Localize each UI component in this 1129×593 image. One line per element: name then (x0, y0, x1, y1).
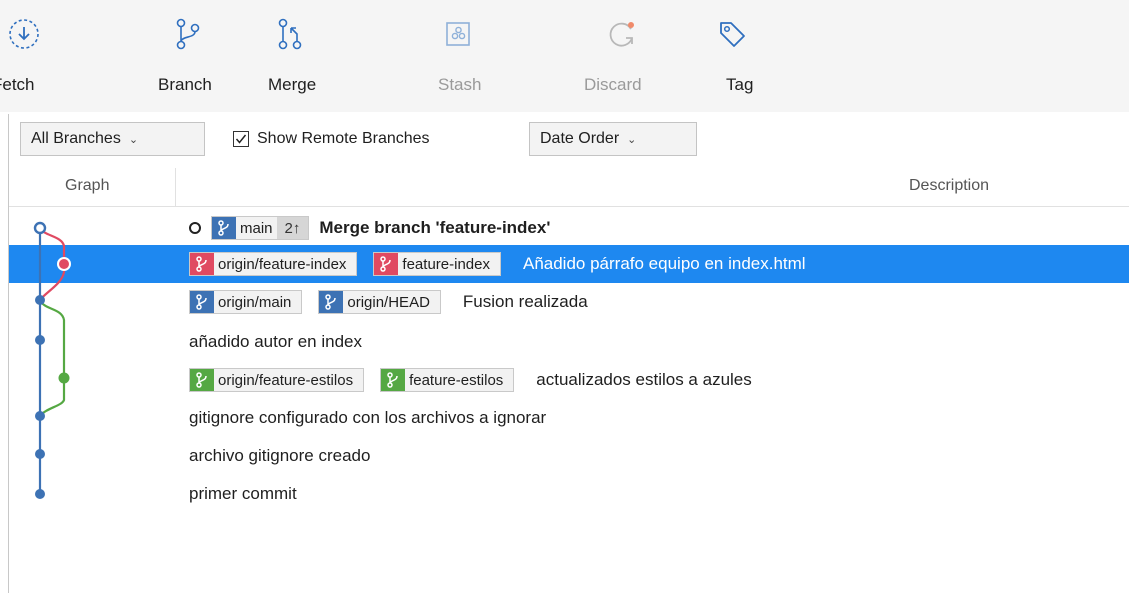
commit-message: actualizados estilos a azules (536, 370, 752, 389)
merge-icon (270, 14, 310, 54)
branch-label-badge[interactable]: origin/HEAD (318, 290, 441, 314)
tag-button[interactable]: Tag (712, 0, 772, 112)
branch-label-badge[interactable]: origin/main (189, 290, 303, 314)
order-dropdown-label: Date Order (540, 130, 620, 147)
branch-label-badge[interactable]: main 2↑ (211, 216, 310, 240)
branch-name: feature-index (402, 255, 490, 273)
checkbox-icon[interactable] (233, 131, 249, 147)
branch-label-badge[interactable]: origin/feature-index (189, 252, 358, 276)
commit-node (33, 221, 47, 235)
branch-icon (190, 369, 214, 391)
commit-description: origin/main origin/HEAD Fusion realizada (189, 283, 588, 321)
commit-message: Añadido párrafo equipo en index.html (522, 254, 806, 273)
branch-icon (190, 291, 214, 313)
commit-message: Fusion realizada (462, 292, 588, 311)
branch-icon (374, 253, 399, 275)
branch-icon (190, 253, 214, 275)
head-indicator-icon (189, 222, 201, 234)
stash-label: Stash (438, 75, 482, 94)
branch-name: origin/feature-index (218, 255, 347, 273)
commit-node (57, 257, 71, 271)
commit-description: main 2↑ Merge branch 'feature-index' (189, 209, 550, 247)
merge-label: Merge (268, 75, 317, 94)
merge-button[interactable]: Merge (262, 0, 342, 112)
order-dropdown[interactable]: Date Order ⌄ (529, 122, 697, 156)
discard-button[interactable]: Discard (580, 0, 670, 112)
commit-node (35, 449, 45, 459)
branch-label-badge[interactable]: origin/feature-estilos (189, 368, 365, 392)
branch-name: origin/HEAD (347, 293, 430, 311)
commit-node (35, 335, 45, 345)
description-column-header[interactable]: Description (909, 177, 989, 195)
commit-node (35, 489, 45, 499)
commit-node (35, 411, 45, 421)
commit-node (35, 295, 45, 305)
branch-name: feature-estilos (409, 371, 504, 389)
commit-description: origin/feature-index feature-index Añadido… (189, 245, 806, 283)
branch-icon (319, 291, 344, 313)
branch-icon (212, 217, 236, 239)
branch-name: origin/main (218, 293, 292, 311)
branch-label-badge[interactable]: feature-estilos (380, 368, 515, 392)
discard-icon (602, 14, 642, 54)
commit-description: primer commit (189, 475, 297, 513)
show-remote-branches-label: Show Remote Branches (257, 130, 430, 147)
commit-message: archivo gitignore creado (189, 446, 371, 465)
feature-estilos-branch-line (38, 299, 66, 417)
commit-graph (33, 221, 71, 499)
commit-node (58, 372, 70, 384)
commit-message: gitignore configurado con los archivos a… (189, 408, 547, 427)
commit-message: primer commit (189, 484, 297, 503)
commit-description: origin/feature-estilos feature-estilos act… (189, 361, 752, 399)
branch-label-badge[interactable]: feature-index (373, 252, 501, 276)
stash-icon (438, 14, 478, 54)
tag-icon (712, 14, 752, 54)
commit-message: Merge branch 'feature-index' (319, 218, 551, 237)
tag-label: Tag (726, 75, 754, 94)
branch-name: main (240, 219, 273, 237)
branch-name: origin/feature-estilos (218, 371, 354, 389)
ahead-count-badge: 2↑ (276, 217, 309, 239)
commit-description: gitignore configurado con los archivos a… (189, 399, 546, 437)
stash-button[interactable]: Stash (432, 0, 512, 112)
commit-description: archivo gitignore creado (189, 437, 370, 475)
commit-description: añadido autor en index (189, 323, 362, 361)
chevron-down-icon: ⌄ (627, 133, 637, 146)
show-remote-branches-toggle[interactable]: Show Remote Branches (233, 122, 430, 156)
branch-icon (381, 369, 406, 391)
discard-label: Discard (584, 75, 642, 94)
commit-message: añadido autor en index (189, 332, 362, 351)
